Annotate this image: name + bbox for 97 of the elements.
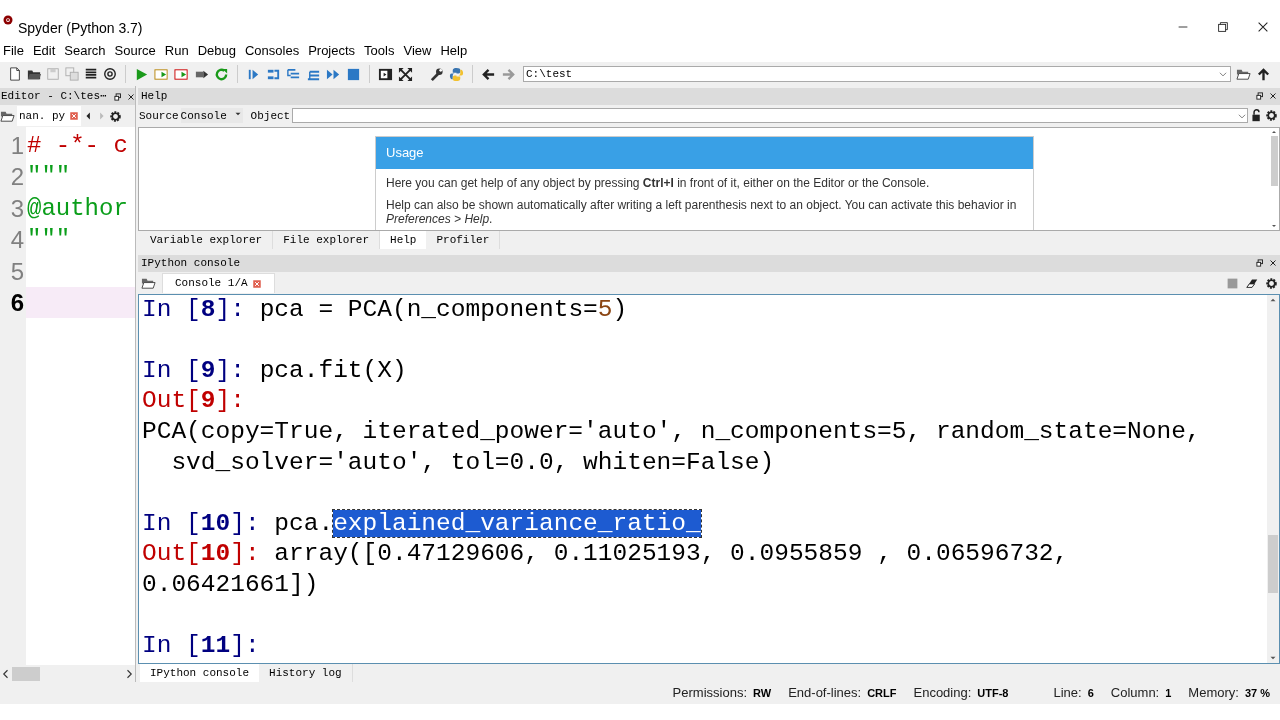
status-label: End-of-lines: <box>788 684 862 703</box>
forward-arrow-icon[interactable] <box>501 66 516 82</box>
menu-item[interactable]: Debug <box>197 41 236 61</box>
code-editor[interactable]: 1 2 3 4 5 6 # -*- c """ @author """ <box>0 127 135 665</box>
file-tab[interactable]: nan. py <box>17 106 82 126</box>
window-title: Spyder (Python 3.7) <box>18 18 143 38</box>
console-text: PCA(copy=True, iterated_power='auto', n_components=5, random_state=None, <box>142 418 1201 446</box>
menu-item[interactable]: Projects <box>308 41 356 61</box>
up-arrow-icon[interactable] <box>1256 66 1271 82</box>
console-output[interactable] <box>138 293 1280 665</box>
console-prompt: In [11]: <box>142 632 261 660</box>
close-icon[interactable] <box>1256 20 1270 34</box>
fullscreen-icon[interactable] <box>398 66 413 82</box>
status-label: Line: <box>1053 684 1082 703</box>
selected-text: explained_variance_ratio_ <box>333 509 701 537</box>
pane-title: Help <box>141 89 168 105</box>
line-number: 6 <box>10 287 24 318</box>
source-dropdown[interactable]: Console <box>180 108 243 124</box>
line-number: 1 <box>10 131 24 161</box>
status-label: Encoding: <box>913 684 972 703</box>
status-label: Column: <box>1110 684 1160 703</box>
console-tab[interactable]: Console 1/A <box>162 273 275 294</box>
console-text: pca. <box>274 509 334 537</box>
console-text: svd_solver='auto', tol=0.0, whiten=False) <box>170 448 775 476</box>
console-text: 5 <box>597 295 613 323</box>
pane-title: Editor - C:\tes⋯ <box>1 89 107 105</box>
run-icon[interactable] <box>134 66 149 82</box>
status-value: UTF-8 <box>977 685 1009 701</box>
menu-item[interactable]: Tools <box>364 41 395 61</box>
console-prompt: In [9]: <box>142 356 246 384</box>
scrollbar-thumb[interactable] <box>12 666 40 681</box>
wrench-icon[interactable] <box>429 66 444 82</box>
settings-icon[interactable] <box>1265 109 1278 123</box>
console-prompt: Out[10]: <box>142 540 261 568</box>
rerun-icon[interactable] <box>214 66 229 82</box>
console-text: ) <box>612 295 628 323</box>
undock-icon[interactable] <box>1255 91 1265 102</box>
back-arrow-icon[interactable] <box>481 66 496 82</box>
pane-tab[interactable]: IPython console <box>140 664 260 682</box>
pane-title: IPython console <box>141 255 241 271</box>
stop-icon[interactable] <box>1226 276 1239 290</box>
undock-icon[interactable] <box>1255 258 1265 269</box>
source-label: Source <box>139 108 179 124</box>
close-icon[interactable] <box>125 91 136 102</box>
menu-item[interactable]: Help <box>440 41 468 61</box>
console-text: array([0.47129606, 0.11025193, 0.0955859 , 0.06596732, <box>274 540 1069 568</box>
lock-icon[interactable] <box>1250 109 1263 123</box>
menu-item[interactable]: Search <box>64 41 106 61</box>
menu-item[interactable]: Source <box>114 41 156 61</box>
console-prompt: In [10]: <box>142 509 261 537</box>
settings-icon[interactable] <box>109 109 123 123</box>
console-text: pca = PCA(n_components= <box>259 295 598 323</box>
python-icon[interactable] <box>449 66 464 82</box>
vertical-scrollbar[interactable] <box>1267 294 1279 664</box>
maximize-pane-icon[interactable] <box>378 66 393 82</box>
path-field[interactable]: C:\test <box>523 66 1231 82</box>
code-line: """ <box>27 163 71 191</box>
status-label: Permissions: <box>672 684 748 703</box>
scrollbar-thumb[interactable] <box>1270 135 1278 186</box>
status-value: 37 % <box>1244 685 1270 701</box>
line-number: 5 <box>10 256 24 287</box>
menu-item[interactable]: Run <box>164 41 189 61</box>
console-prompt: Out[9]: <box>142 387 245 415</box>
undock-icon[interactable] <box>112 91 123 102</box>
code-line: @author <box>27 194 128 222</box>
new-file-icon[interactable] <box>8 67 22 81</box>
horizontal-scrollbar[interactable] <box>0 665 135 682</box>
code-line: # -*- c <box>27 132 128 159</box>
stop-icon[interactable] <box>346 66 361 82</box>
object-field[interactable] <box>292 108 1248 124</box>
status-value: 1 <box>1165 685 1172 701</box>
run-cell-advance-icon[interactable] <box>174 66 189 82</box>
console-text: 0.06421661]) <box>142 571 319 598</box>
menu-item[interactable]: Consoles <box>244 41 300 61</box>
list-icon[interactable] <box>84 67 98 81</box>
chevron-down-icon[interactable] <box>1218 69 1228 79</box>
menu-item[interactable]: File <box>3 41 24 61</box>
status-value: RW <box>753 685 772 701</box>
run-cell-icon[interactable] <box>154 66 169 82</box>
line-number: 2 <box>10 162 24 193</box>
menu-item[interactable]: View <box>403 41 432 61</box>
status-value: CRLF <box>867 685 897 701</box>
line-number: 4 <box>10 225 24 256</box>
usage-heading: Usage <box>376 136 1033 169</box>
console-text: pca.fit(X) <box>259 356 407 384</box>
status-value: 6 <box>1087 685 1094 701</box>
restore-icon[interactable] <box>1216 20 1230 34</box>
status-label: Memory: <box>1188 684 1239 703</box>
code-line: """ <box>27 226 71 254</box>
help-paragraph: Here you can get help of any object by pressing Ctrl+I in front of it, either on the Editor or the Console. <box>386 175 931 190</box>
help-paragraph: Help can also be shown automatically after writing a left parenthesis next to an object. You can activate this behavior in Preferences > Help. <box>386 197 1018 226</box>
line-number: 3 <box>10 193 24 224</box>
console-prompt: In [8]: <box>142 295 246 323</box>
settings-icon[interactable] <box>1265 276 1278 290</box>
object-label: Object <box>250 108 291 124</box>
menu-item[interactable]: Edit <box>32 41 56 61</box>
scrollbar-thumb[interactable] <box>1268 535 1278 594</box>
